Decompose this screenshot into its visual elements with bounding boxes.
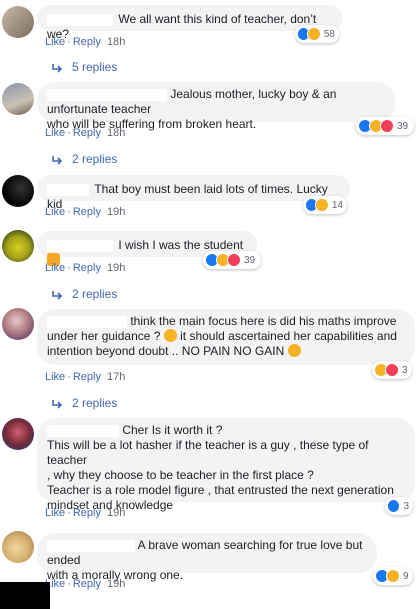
love-reaction-icon [385,363,399,377]
comment-text: Cher Is it worth it ? [122,423,223,437]
reaction-count: 39 [397,120,409,132]
comment-bubble: think the main focus here is did his mat… [37,309,415,365]
comment-text-line: it should ascertained her capabilities a… [180,329,397,343]
reaction-count: 9 [403,570,409,582]
reaction-summary[interactable]: 3 [385,497,413,515]
view-replies-link[interactable]: 2 replies [52,152,117,166]
comment-text-line: This will be a lot hasher if the teacher… [47,438,369,467]
reply-arrow-icon [52,290,63,300]
love-reaction-icon [227,253,241,267]
reply-link[interactable]: Reply [73,127,101,139]
reply-link[interactable]: Reply [73,507,101,519]
avatar[interactable] [2,83,34,115]
reply-link[interactable]: Reply [73,371,101,383]
comment-text-line: , why they choose to be teacher in the f… [47,468,314,482]
reaction-summary[interactable]: 9 [373,567,413,585]
redacted-name [47,88,167,101]
like-link[interactable]: Like [45,36,65,48]
avatar[interactable] [2,531,34,563]
comment-bubble: That boy must been laid lots of times. L… [37,175,350,211]
comment-text-line: under her guidance ? [47,329,161,343]
reaction-summary[interactable]: 3 [372,361,412,379]
reply-arrow-icon [52,155,63,165]
comment-actions: Like · Reply 19h [45,578,126,590]
redaction-block [0,582,50,609]
avatar[interactable] [2,175,34,207]
grimacing-emoji-icon [163,329,177,342]
comment-bubble: A brave woman searching for true love bu… [37,533,377,582]
timestamp[interactable]: 17h [107,371,125,383]
comment-actions: Like · Reply 17h [45,371,126,383]
reaction-count: 39 [244,254,256,266]
timestamp[interactable]: 18h [107,36,125,48]
view-replies-link[interactable]: 2 replies [52,287,117,301]
comment-text: think the main focus here is did his mat… [130,314,397,328]
redacted-name [47,315,127,328]
avatar[interactable] [2,230,34,262]
view-replies-link[interactable]: 5 replies [52,60,117,74]
comment-text-line: Teacher is a role model figure , that en… [47,483,394,497]
haha-reaction-icon [307,27,321,41]
love-reaction-icon [380,119,394,133]
comment-text: I wish I was the student [118,238,244,252]
sad-reaction-icon [386,569,400,583]
redacted-name [47,239,113,252]
avatar[interactable] [2,6,34,38]
redacted-name [47,13,113,26]
redacted-name [47,183,89,196]
timestamp[interactable]: 19h [107,578,125,590]
reaction-count: 14 [331,199,343,211]
comment-actions: Like · Reply 19h [45,507,126,519]
comment-text-line: intention beyond doubt .. NO PAIN NO GAI… [47,344,285,358]
reply-link[interactable]: Reply [73,36,101,48]
comment-actions: Like · Reply 19h [45,206,126,218]
reply-link[interactable]: Reply [73,578,101,590]
timestamp[interactable]: 18h [107,127,125,139]
reply-arrow-icon [52,399,63,409]
like-link[interactable]: Like [45,127,65,139]
like-link[interactable]: Like [45,262,65,274]
redacted-name [47,539,135,552]
timestamp[interactable]: 19h [107,507,125,519]
like-link[interactable]: Like [45,371,65,383]
reaction-summary[interactable]: 39 [356,117,414,135]
comment-bubble: Cher Is it worth it ? This will be a lot… [37,418,415,512]
reaction-summary[interactable]: 14 [303,196,347,214]
timestamp[interactable]: 19h [107,206,125,218]
comment-actions: Like · Reply 18h [45,36,126,48]
comment-bubble: Jealous mother, lucky boy & an unfortuna… [37,82,395,131]
reply-link[interactable]: Reply [73,262,101,274]
redacted-name [47,424,119,437]
rolling-laughing-emoji-icon [287,344,301,357]
reaction-summary[interactable]: 39 [203,251,261,269]
comment-actions: Like · Reply 18h [45,127,126,139]
comment-actions: Like · Reply 19h [45,262,126,274]
reaction-summary[interactable]: 58 [295,25,339,43]
like-reaction-icon [387,499,401,513]
reaction-count: 58 [323,28,335,40]
like-link[interactable]: Like [45,507,65,519]
reply-arrow-icon [52,63,63,73]
reply-link[interactable]: Reply [73,206,101,218]
haha-reaction-icon [315,198,329,212]
reaction-count: 3 [403,500,409,512]
avatar[interactable] [2,418,34,450]
view-replies-link[interactable]: 2 replies [52,396,117,410]
like-link[interactable]: Like [45,206,65,218]
timestamp[interactable]: 19h [107,262,125,274]
reaction-count: 3 [402,364,408,376]
avatar[interactable] [2,308,34,340]
